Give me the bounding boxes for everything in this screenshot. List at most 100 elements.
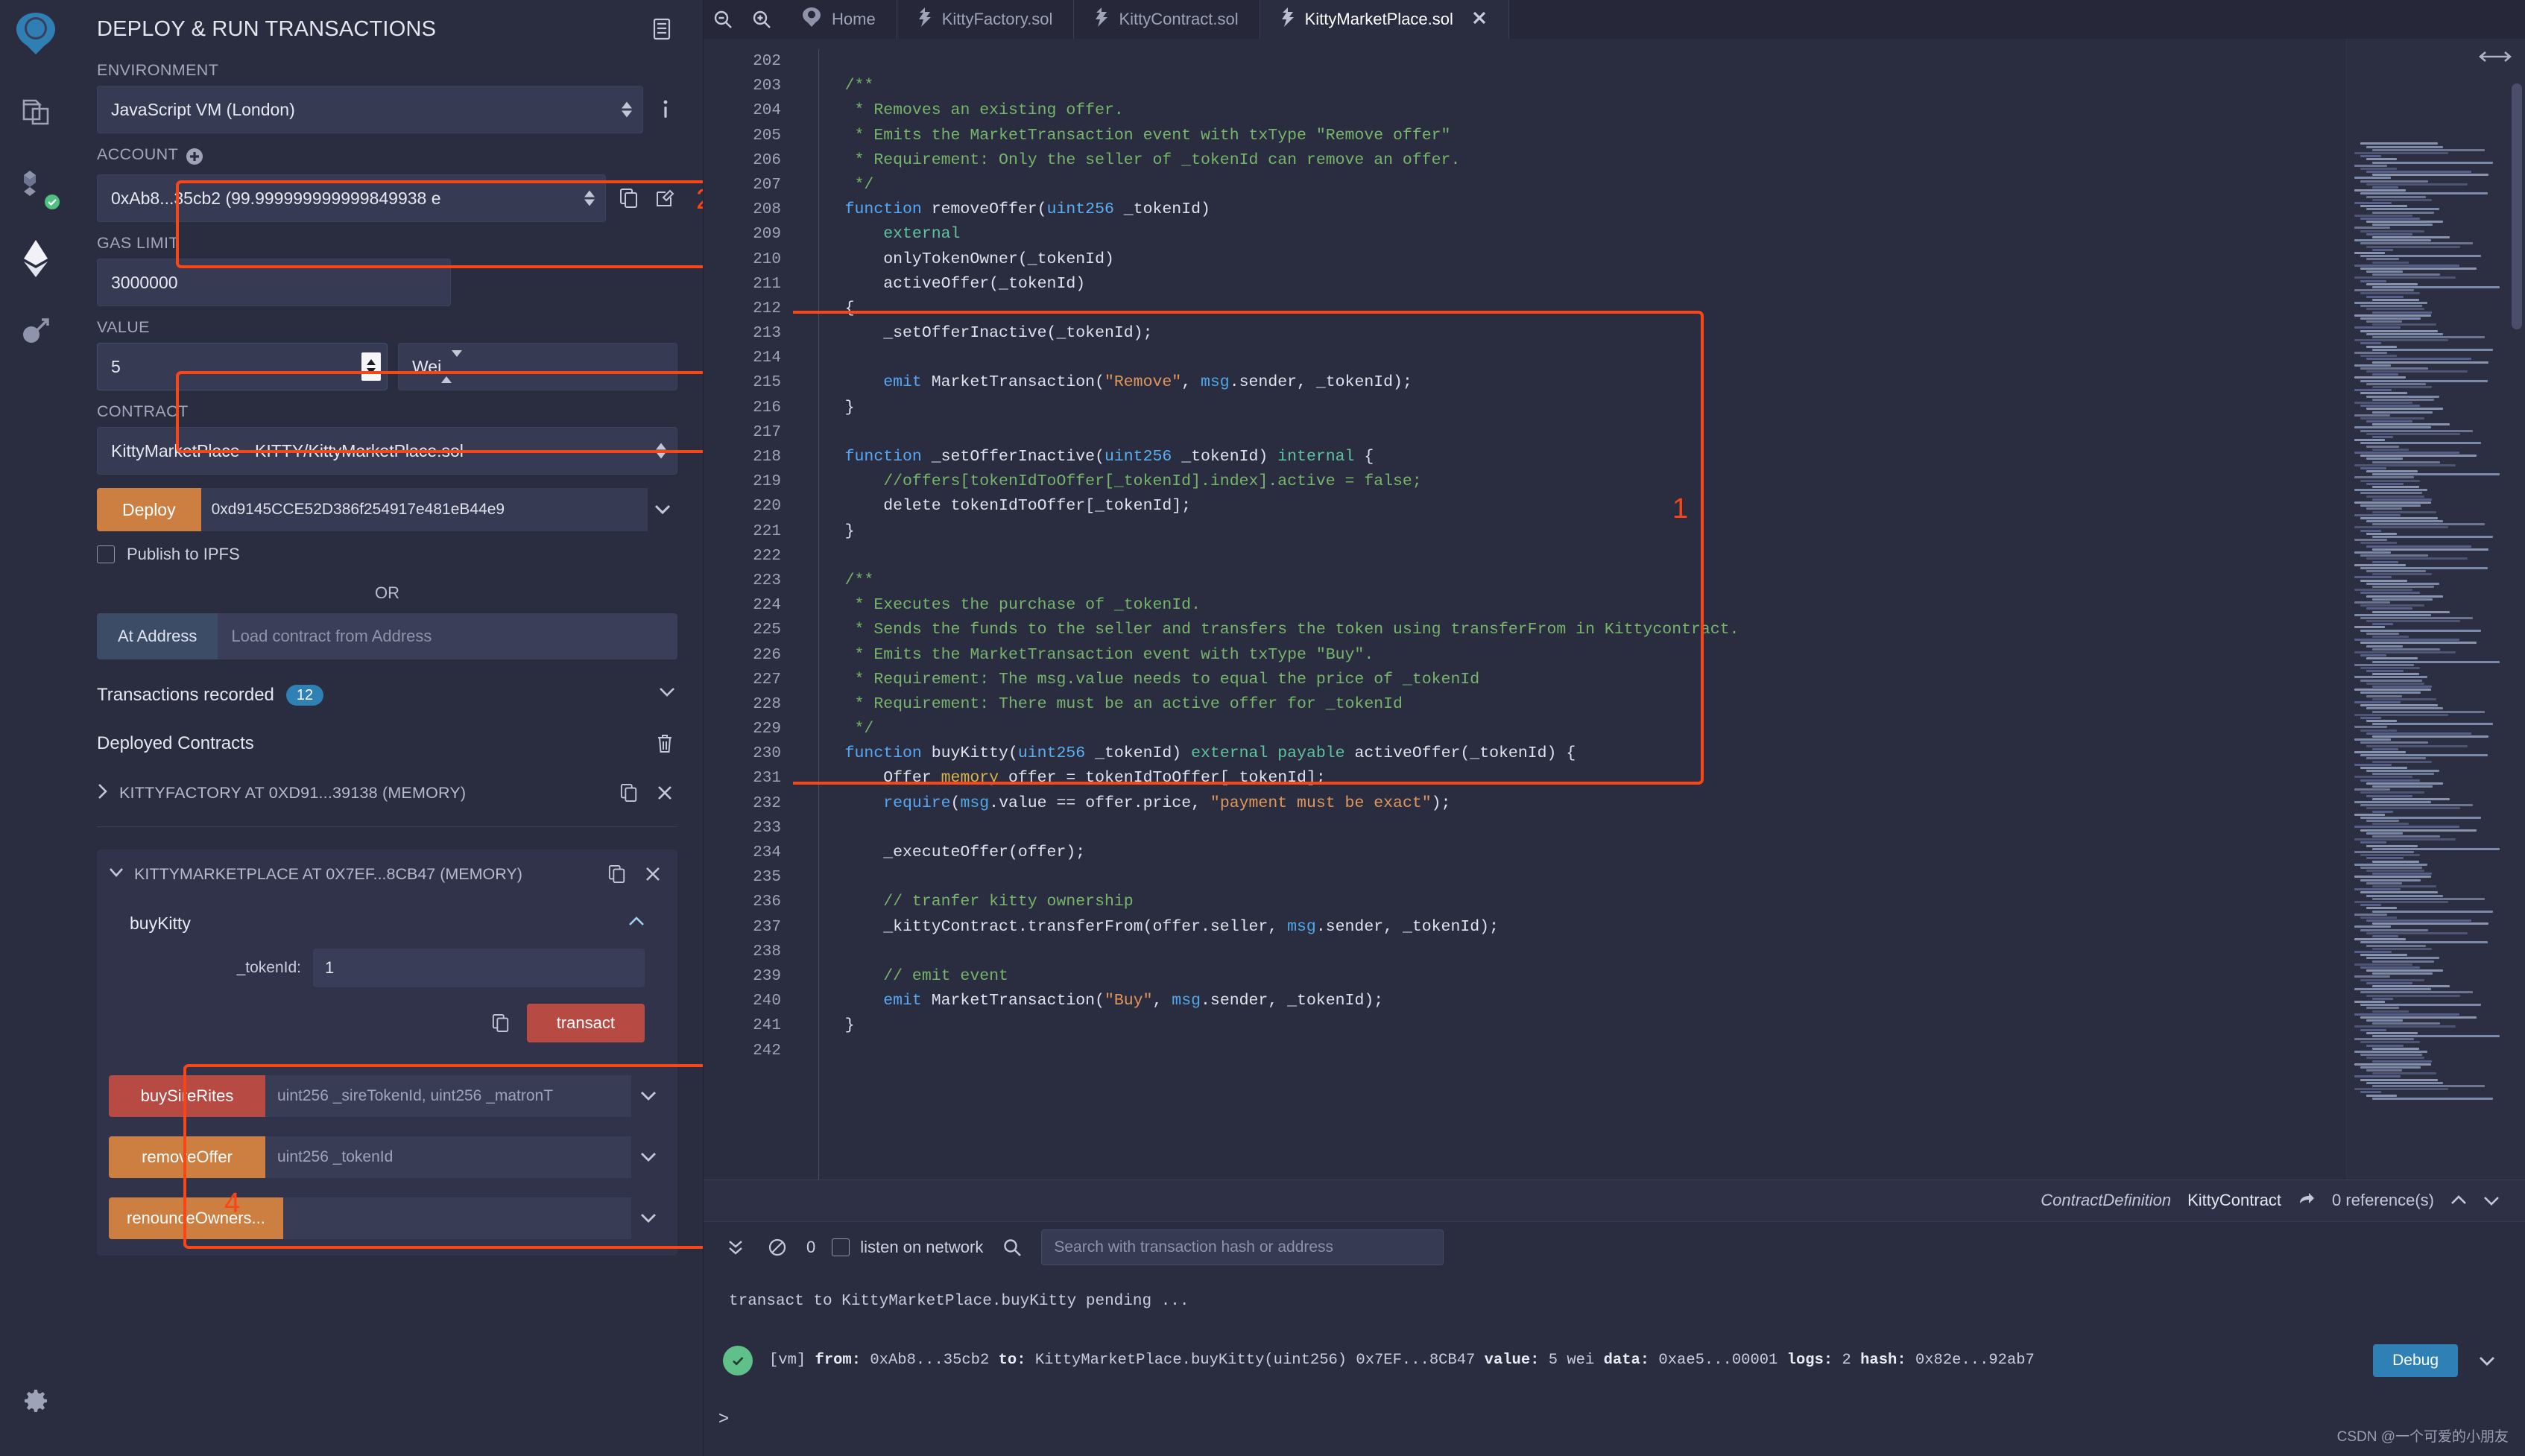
tab-home[interactable]: Home <box>781 0 897 39</box>
account-select[interactable]: 0xAb8...35cb2 (99.999999999999849938 e <box>97 174 606 222</box>
close-icon[interactable] <box>1471 10 1488 30</box>
deployed-contract-header[interactable]: KITTYMARKETPLACE AT 0X7EF...8CB47 (MEMOR… <box>109 861 666 887</box>
zoom-out-icon[interactable] <box>704 0 742 39</box>
function-signature[interactable]: uint256 _tokenId <box>265 1136 631 1178</box>
listen-on-network-row[interactable]: listen on network <box>832 1238 983 1257</box>
chevron-up-icon[interactable] <box>628 917 645 931</box>
publish-ipfs-row[interactable]: Publish to IPFS <box>97 545 677 564</box>
editor-scrollbar[interactable] <box>2512 83 2522 329</box>
editor-minimap[interactable] <box>2346 39 2525 1180</box>
code-line[interactable]: _executeOffer(offer); <box>793 841 2346 865</box>
zoom-in-icon[interactable] <box>742 0 781 39</box>
code-line[interactable]: * Emits the MarketTransaction event with… <box>793 643 2346 668</box>
code-line[interactable]: * Requirement: There must be an active o… <box>793 692 2346 717</box>
chevron-down-icon[interactable] <box>2483 1191 2500 1210</box>
function-signature[interactable] <box>282 1197 631 1239</box>
close-icon[interactable] <box>640 861 666 887</box>
function-signature[interactable]: uint256 _sireTokenId, uint256 _matronT <box>265 1075 631 1117</box>
edit-icon[interactable] <box>652 186 677 211</box>
chevron-down-icon[interactable] <box>658 686 676 701</box>
copy-icon[interactable] <box>604 861 630 887</box>
chevron-down-icon[interactable] <box>631 1136 666 1178</box>
code-line[interactable]: * Removes an existing offer. <box>793 98 2346 123</box>
code-line[interactable]: emit MarketTransaction("Buy", msg.sender… <box>793 989 2346 1013</box>
code-line[interactable]: function removeOffer(uint256 _tokenId) <box>793 197 2346 222</box>
chevron-down-icon[interactable] <box>2474 1348 2500 1373</box>
chevron-up-icon[interactable] <box>2450 1191 2467 1210</box>
code-line[interactable]: _setOfferInactive(_tokenId); <box>793 321 2346 346</box>
environment-select[interactable]: JavaScript VM (London) <box>97 86 644 133</box>
code-line[interactable]: * Sends the funds to the seller and tran… <box>793 618 2346 642</box>
code-line[interactable]: * Requirement: Only the seller of _token… <box>793 148 2346 173</box>
code-line[interactable]: // emit event <box>793 964 2346 989</box>
buysirerites-button[interactable]: buySireRites <box>109 1075 265 1117</box>
code-editor[interactable]: 202 203 204 205 206 207 208 209 210 211 212 213 214 2… <box>704 39 2525 1180</box>
code-line[interactable] <box>793 49 2346 74</box>
file-explorer-icon[interactable] <box>13 89 59 136</box>
chevron-down-icon[interactable] <box>631 1075 666 1117</box>
code-line[interactable]: * Emits the MarketTransaction event with… <box>793 124 2346 148</box>
code-line[interactable] <box>793 940 2346 964</box>
code-content[interactable]: /** * Removes an existing offer. * Emits… <box>793 39 2346 1180</box>
clear-console-icon[interactable] <box>765 1235 790 1260</box>
deployed-contract-kittyfactory[interactable]: KITTYFACTORY AT 0XD91...39138 (MEMORY) <box>97 780 677 805</box>
renounceownership-button[interactable]: renounceOwners... <box>109 1197 283 1239</box>
code-line[interactable] <box>793 816 2346 841</box>
goto-reference-icon[interactable] <box>2298 1190 2316 1211</box>
code-line[interactable]: } <box>793 396 2346 420</box>
code-line[interactable]: } <box>793 1013 2346 1038</box>
code-line[interactable] <box>793 1039 2346 1063</box>
code-line[interactable] <box>793 346 2346 370</box>
code-line[interactable]: */ <box>793 173 2346 197</box>
value-stepper[interactable] <box>361 352 381 381</box>
tab-kittyfactory[interactable]: KittyFactory.sol <box>897 0 1075 39</box>
code-line[interactable]: emit MarketTransaction("Remove", msg.sen… <box>793 370 2346 395</box>
search-icon[interactable] <box>999 1235 1025 1260</box>
value-input[interactable]: 5 <box>97 343 388 390</box>
panel-toggle-icon[interactable] <box>649 16 674 42</box>
code-line[interactable]: function _setOfferInactive(uint256 _toke… <box>793 445 2346 469</box>
solidity-compiler-icon[interactable] <box>13 162 60 209</box>
copy-icon[interactable] <box>616 186 642 211</box>
deploy-address-input[interactable]: 0xd9145CCE52D386f254917e481eB44e9 <box>200 488 648 531</box>
code-line[interactable] <box>793 544 2346 569</box>
chevron-right-icon[interactable] <box>97 783 109 803</box>
transaction-search-input[interactable]: Search with transaction hash or address <box>1041 1229 1444 1266</box>
transact-button[interactable]: transact <box>526 1004 645 1042</box>
code-line[interactable] <box>793 865 2346 890</box>
plus-circle-icon[interactable] <box>182 144 207 169</box>
deploy-run-icon[interactable] <box>13 235 59 282</box>
at-address-button[interactable]: At Address <box>97 613 218 659</box>
chevron-down-icon[interactable] <box>109 867 124 881</box>
resize-handle-icon[interactable] <box>2479 46 2512 69</box>
close-icon[interactable] <box>652 780 677 805</box>
code-line[interactable]: _kittyContract.transferFrom(offer.seller… <box>793 915 2346 940</box>
code-line[interactable]: require(msg.value == offer.price, "payme… <box>793 791 2346 816</box>
trash-icon[interactable] <box>652 731 677 756</box>
debug-button[interactable]: Debug <box>2373 1343 2458 1377</box>
function-arg-input[interactable]: 1 <box>313 949 645 987</box>
code-line[interactable]: Offer memory offer = tokenIdToOffer[_tok… <box>793 766 2346 791</box>
info-icon[interactable] <box>654 97 677 122</box>
at-address-input[interactable]: Load contract from Address <box>218 613 677 659</box>
deploy-button[interactable]: Deploy <box>97 488 201 531</box>
code-line[interactable] <box>793 420 2346 445</box>
code-line[interactable]: onlyTokenOwner(_tokenId) <box>793 247 2346 272</box>
transactions-recorded-row[interactable]: Transactions recorded 12 <box>97 685 677 706</box>
code-line[interactable]: activeOffer(_tokenId) <box>793 272 2346 297</box>
copy-calldata-icon[interactable] <box>488 1010 513 1036</box>
code-line[interactable]: * Executes the purchase of _tokenId. <box>793 593 2346 618</box>
tab-kittymarketplace[interactable]: KittyMarketPlace.sol <box>1260 0 1509 39</box>
terminal-transaction-row[interactable]: [vm] from: 0xAb8...35cb2 to: KittyMarket… <box>704 1343 2525 1377</box>
code-line[interactable]: // tranfer kitty ownership <box>793 890 2346 914</box>
code-line[interactable]: /** <box>793 74 2346 98</box>
terminal-prompt[interactable]: > <box>718 1408 729 1429</box>
code-line[interactable]: } <box>793 519 2346 544</box>
code-line[interactable]: */ <box>793 717 2346 741</box>
contract-select[interactable]: KittyMarketPlace - KITTY/KittyMarketPlac… <box>97 427 677 475</box>
chevron-down-icon[interactable] <box>631 1197 666 1239</box>
remix-logo-icon[interactable] <box>13 10 59 57</box>
copy-icon[interactable] <box>616 780 642 805</box>
removeoffer-button[interactable]: removeOffer <box>109 1136 265 1178</box>
publish-ipfs-checkbox[interactable] <box>97 545 115 563</box>
